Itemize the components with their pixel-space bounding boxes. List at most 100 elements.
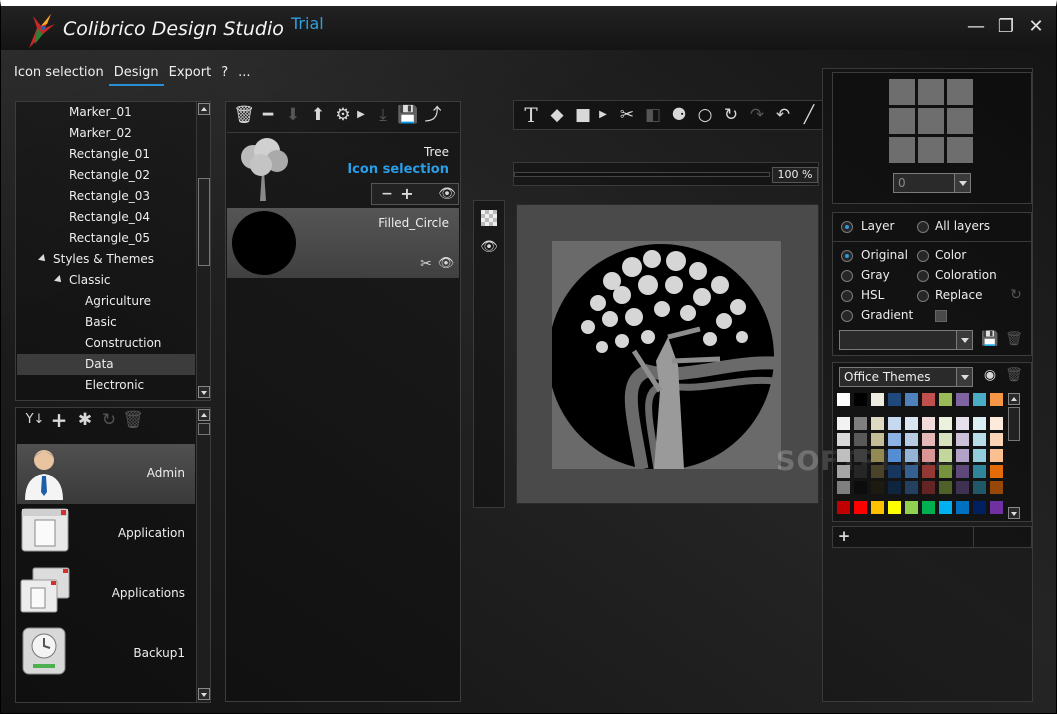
grid-cell[interactable] [889,108,915,134]
zoom-slider[interactable] [514,172,770,177]
palette-swatch[interactable] [990,417,1003,430]
chevron-down-icon[interactable] [956,331,972,349]
restore-button[interactable]: ❐ [996,18,1016,38]
menu-export[interactable]: Export [164,64,217,86]
expanded-arrow-icon[interactable] [38,254,48,264]
tree-item[interactable]: Electronic [17,375,195,396]
library-scrollbar[interactable] [196,408,210,702]
palette-swatch[interactable] [990,393,1003,406]
palette-swatch[interactable] [922,481,935,494]
menu-help[interactable]: ? [216,64,233,86]
tree-item[interactable]: Rectangle_03 [17,186,195,207]
tree-item[interactable]: Rectangle_01 [17,144,195,165]
scroll-up-button[interactable] [1008,393,1020,405]
palette-swatch[interactable] [905,417,918,430]
palette-swatch[interactable] [905,449,918,462]
palette-swatch[interactable] [956,465,969,478]
palette-swatch[interactable] [905,501,918,514]
delete-layer-icon[interactable]: 🗑 [233,105,255,127]
scope-all-layers-radio[interactable] [917,221,929,233]
tree-item[interactable]: Marker_01 [17,102,195,123]
expanded-arrow-icon[interactable] [54,275,64,285]
palette-swatch[interactable] [888,465,901,478]
scroll-up-button[interactable] [198,409,210,421]
palette-swatch[interactable] [888,449,901,462]
shapes-tool-icon[interactable]: ◆ [546,105,568,127]
save-icon[interactable]: 💾 [979,329,1001,351]
palette-swatch[interactable] [871,433,884,446]
mode-replace-radio[interactable] [917,290,929,302]
palette-swatch[interactable] [956,481,969,494]
scroll-thumb[interactable] [1008,407,1020,441]
submenu-arrow-icon[interactable]: ▶ [350,105,372,127]
palette-swatch[interactable] [922,449,935,462]
grid-cell[interactable] [889,137,915,163]
merge-circles-icon[interactable]: ⚈ [668,105,690,127]
palette-swatch[interactable] [854,417,867,430]
grid-cell[interactable] [947,108,973,134]
add-color-icon[interactable]: + [833,527,855,547]
chevron-down-icon[interactable] [954,174,970,192]
move-down-icon[interactable]: ⬇ [282,105,304,127]
palette-swatch[interactable] [973,449,986,462]
palette-swatch[interactable] [939,417,952,430]
visibility-eye-icon[interactable]: 👁 [435,254,457,276]
source-link[interactable]: Icon selection [347,162,449,177]
tree-item[interactable]: Classic [17,270,195,291]
tree-item[interactable]: Construction [17,333,195,354]
mode-gradient-radio[interactable] [841,310,853,322]
scroll-thumb[interactable] [198,178,210,266]
expand-icon[interactable]: + [396,184,418,206]
grid-cell[interactable] [947,137,973,163]
palette-swatch[interactable] [939,481,952,494]
palette-swatch[interactable] [905,465,918,478]
visibility-eye-icon[interactable]: 👁 [436,184,458,206]
scope-layer-radio[interactable] [841,221,853,233]
grid-cell[interactable] [918,137,944,163]
palette-swatch[interactable] [905,393,918,406]
tree-item[interactable]: Rectangle_02 [17,165,195,186]
menu-icon-selection[interactable]: Icon selection [9,64,109,86]
delete-icon[interactable]: 🗑 [1003,329,1025,351]
tree-item[interactable]: Rectangle_05 [17,228,195,249]
menu-design[interactable]: Design [108,64,164,86]
palette-swatch[interactable] [905,481,918,494]
color-preset-select[interactable] [839,330,973,350]
palette-swatch[interactable] [871,449,884,462]
palette-swatch[interactable] [854,501,867,514]
palette-swatch[interactable] [837,501,850,514]
chevron-down-icon[interactable] [956,368,972,386]
palette-swatch[interactable] [837,465,850,478]
palette-scrollbar[interactable] [1007,391,1021,521]
palette-swatch[interactable] [837,433,850,446]
delete-icon[interactable]: 🗑 [1003,365,1025,387]
fill-bucket-icon[interactable]: ◧ [642,105,664,127]
palette-swatch[interactable] [956,433,969,446]
palette-swatch[interactable] [990,465,1003,478]
palette-swatch[interactable] [922,433,935,446]
scroll-thumb[interactable] [198,423,210,435]
rotate-icon[interactable]: ↻ [720,105,742,127]
swap-icon[interactable]: ↻ [1005,285,1027,307]
palette-swatch[interactable] [956,501,969,514]
palette-swatch[interactable] [854,481,867,494]
layer-row-filled-circle[interactable]: Filled_Circle ✂ 👁 [227,208,459,278]
zoom-value[interactable]: 100 % [772,167,818,183]
palette-swatch[interactable] [973,501,986,514]
tree-scrollbar[interactable] [196,102,210,400]
tree-item[interactable]: Agriculture [17,291,195,312]
palette-swatch[interactable] [871,481,884,494]
library-item-applications[interactable]: Applications [17,564,195,624]
refresh-icon[interactable]: ↻ [98,410,120,432]
star-icon[interactable]: ✱ [74,410,96,432]
grid-cell[interactable] [918,108,944,134]
palette-swatch[interactable] [871,501,884,514]
palette-swatch[interactable] [922,465,935,478]
line-tool-icon[interactable]: ╱ [798,105,820,127]
minimize-button[interactable]: — [966,18,986,38]
mode-coloration-radio[interactable] [917,270,929,282]
sort-az-icon[interactable]: Y↓ [24,410,46,432]
redo-icon[interactable]: ↷ [746,105,768,127]
palette-swatch[interactable] [854,449,867,462]
theme-select[interactable]: Office Themes [839,367,973,387]
